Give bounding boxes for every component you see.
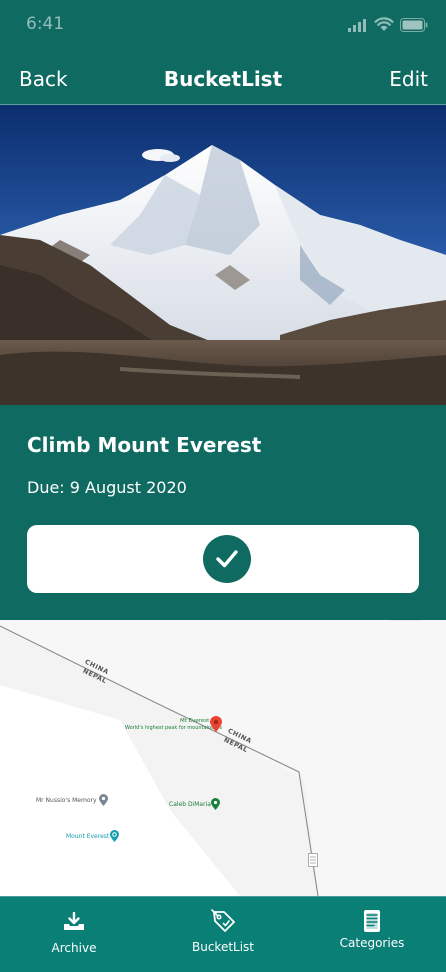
place-name: Mr Nussio's Memory: [36, 797, 97, 804]
tag-icon: [211, 909, 235, 932]
mountain-photo-illustration: [0, 105, 446, 405]
tab-archive[interactable]: Archive: [20, 897, 128, 972]
status-time: 6:41: [26, 14, 65, 34]
archive-download-icon: [64, 912, 84, 930]
screen: 6:41 Back BucketList Edit Climb Mount Ev…: [0, 0, 446, 972]
edit-button[interactable]: Edit: [389, 67, 428, 91]
tab-label: BucketList: [191, 940, 255, 954]
map-view[interactable]: CHINA NEPAL CHINA NEPAL Mt Everest World…: [0, 620, 446, 896]
page-title: BucketList: [163, 67, 283, 91]
tab-label: Categories: [339, 936, 405, 950]
due-date: Due: 9 August 2020: [27, 478, 187, 497]
place-name: Mt Everest: [180, 718, 210, 724]
map-place-caleb-dimaria[interactable]: Caleb DiMaria: [169, 798, 225, 812]
navigation-bar: Back BucketList Edit: [0, 52, 446, 105]
place-subtitle: World's highest peak for mountaineers: [125, 725, 222, 731]
location-pin-icon: [211, 798, 220, 810]
map-background: [0, 620, 446, 896]
tab-categories[interactable]: Categories: [318, 897, 426, 972]
battery-icon: [400, 18, 428, 32]
place-name: Mount Everest: [66, 833, 110, 840]
goal-title: Climb Mount Everest: [27, 433, 262, 457]
tab-label: Archive: [51, 941, 97, 955]
map-place-mount-everest[interactable]: Mount Everest: [66, 830, 122, 844]
mark-complete-button[interactable]: [27, 525, 419, 593]
camera-pin-icon: [110, 830, 119, 842]
goal-photo: [0, 105, 446, 405]
tab-bar: Archive BucketList Categories: [0, 896, 446, 972]
place-name: Caleb DiMaria: [169, 801, 211, 808]
tab-bucketlist[interactable]: BucketList: [169, 897, 277, 972]
map-pin-icon: [210, 716, 222, 732]
map-place-mr-nussios-memory[interactable]: Mr Nussio's Memory: [36, 794, 110, 808]
status-bar: 6:41: [0, 0, 446, 52]
signal-icon: [348, 19, 366, 32]
checkmark-icon: [203, 535, 251, 583]
location-pin-icon: [99, 794, 108, 806]
map-place-mt-everest[interactable]: Mt Everest World's highest peak for moun…: [120, 716, 230, 736]
list-document-icon: [364, 910, 380, 932]
wifi-icon: [374, 17, 394, 31]
map-road-marker-icon: [308, 853, 318, 867]
goal-details: Climb Mount Everest Due: 9 August 2020: [0, 405, 446, 620]
